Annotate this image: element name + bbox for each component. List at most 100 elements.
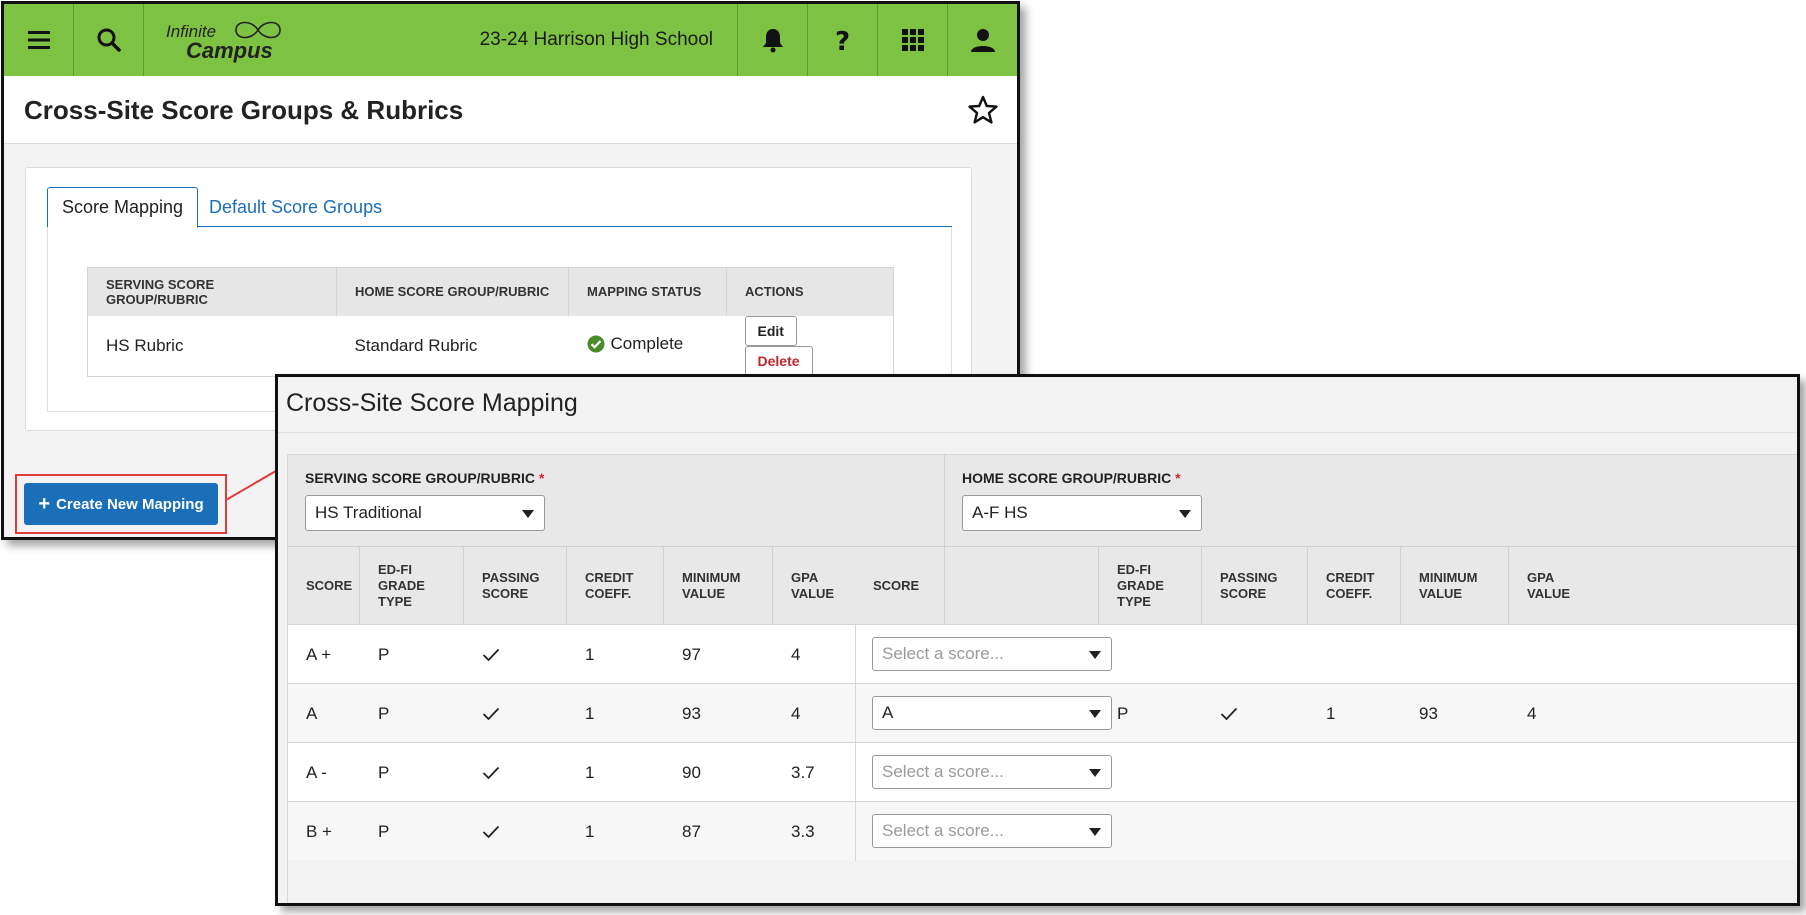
check-circle-icon	[587, 335, 604, 352]
serving-score-cell: A -	[306, 762, 327, 782]
column-header-text: SCORE	[873, 578, 919, 594]
column-header-text: CREDIT COEFF.	[585, 570, 633, 602]
serving-credit-cell: 1	[585, 703, 595, 723]
check-icon	[482, 648, 500, 661]
apps-button[interactable]	[877, 4, 947, 76]
infinite-campus-logo[interactable]: Infinite Campus	[144, 4, 294, 76]
column-header: SERVING SCORE GROUP/RUBRIC	[87, 267, 337, 316]
column-header-line: GPA	[791, 570, 819, 585]
home-score-value: A	[882, 703, 894, 722]
star-icon[interactable]	[967, 94, 999, 126]
home-passing-check-icon	[1202, 684, 1238, 743]
column-header: ED-FI GRADE TYPE	[1099, 547, 1202, 625]
serving-min-cell: 90	[682, 762, 701, 782]
tab-default-score-groups[interactable]: Default Score Groups	[195, 187, 396, 228]
serving-type-cell: P	[378, 762, 390, 782]
page-header: Cross-Site Score Groups & Rubrics	[4, 76, 1017, 144]
column-header: CREDIT COEFF.	[567, 547, 664, 625]
column-header: MAPPING STATUS	[568, 267, 727, 316]
section-divider	[855, 802, 856, 861]
serving-score-cell: A +	[306, 644, 332, 664]
column-header-line: PASSING	[482, 570, 540, 585]
home-credit-cell	[1308, 743, 1326, 802]
column-header-text: GPA VALUE	[791, 570, 834, 602]
table-row: A P 1 93 4 A P 1 93 4	[288, 683, 1797, 743]
serving-credit-cell: 1	[585, 762, 595, 782]
serving-type-cell: P	[378, 821, 390, 841]
bell-icon	[762, 29, 783, 53]
section-divider	[855, 684, 856, 743]
menu-button[interactable]	[4, 4, 74, 76]
column-header: SCORE	[855, 547, 1099, 625]
help-icon: ?	[835, 27, 850, 54]
column-header-line: COEFF.	[1326, 586, 1373, 601]
edit-button[interactable]: Edit	[744, 315, 797, 346]
divider	[278, 432, 1797, 433]
column-header-text: PASSING SCORE	[1220, 570, 1278, 602]
create-new-mapping-button[interactable]: + Create New Mapping	[24, 483, 218, 525]
table-row[interactable]: HS Rubric Standard Rubric Complete EditD…	[88, 315, 894, 377]
home-group-select[interactable]: A-F HS	[962, 495, 1202, 531]
table-row: A - P 1 90 3.7 Select a score...	[288, 742, 1797, 802]
column-header-text: GPA VALUE	[1527, 570, 1570, 602]
serving-type-cell: P	[378, 644, 390, 664]
apps-grid-icon	[901, 29, 924, 51]
column-header-text: ED-FI GRADE TYPE	[378, 562, 425, 610]
home-score-select[interactable]: Select a score...	[872, 755, 1112, 789]
column-header-line: CREDIT	[1326, 570, 1375, 585]
serving-type-cell: P	[378, 703, 390, 723]
column-header: CREDIT COEFF.	[1308, 547, 1401, 625]
table-header-row: SERVING SCORE GROUP/RUBRIC HOME SCORE GR…	[87, 267, 894, 316]
dropdown-caret-icon	[1179, 510, 1191, 518]
mapping-table: SERVING SCORE GROUP/RUBRIC HOME SCORE GR…	[87, 267, 894, 377]
home-passing-check-icon	[1202, 625, 1220, 684]
help-button[interactable]: ?	[807, 4, 877, 76]
column-header-line: SCORE	[1220, 586, 1267, 601]
serving-group-label-text: SERVING SCORE GROUP/RUBRIC	[305, 470, 535, 486]
user-account-button[interactable]	[947, 4, 1017, 76]
home-score-select[interactable]: A	[872, 696, 1112, 730]
column-header-line: MINIMUM	[682, 570, 741, 585]
home-passing-check-icon	[1202, 743, 1220, 802]
serving-min-cell: 93	[682, 703, 701, 723]
home-score-select[interactable]: Select a score...	[872, 637, 1112, 671]
table-row: A + P 1 97 4 Select a score...	[288, 624, 1797, 684]
home-group-value: A-F HS	[972, 503, 1028, 522]
column-header-row: SCORE ED-FI GRADE TYPE PASSING SCORE CREDIT COE…	[288, 546, 1797, 625]
actions-cell: EditDelete	[727, 315, 894, 377]
search-icon	[97, 28, 121, 52]
delete-button[interactable]: Delete	[744, 345, 813, 376]
home-rubric-cell: Standard Rubric	[354, 335, 478, 355]
column-header-line: SCORE	[873, 578, 920, 593]
passing-check-icon	[464, 684, 500, 743]
school-name[interactable]: 23-24 Harrison High School	[480, 4, 713, 76]
status-badge: Complete	[587, 334, 683, 354]
home-passing-check-icon	[1202, 802, 1220, 861]
notifications-button[interactable]	[737, 4, 807, 76]
search-button[interactable]	[74, 4, 144, 76]
serving-group-label: SERVING SCORE GROUP/RUBRIC *	[305, 470, 544, 486]
home-score-value: Select a score...	[882, 821, 1004, 840]
check-icon	[482, 766, 500, 779]
column-header-line: VALUE	[791, 586, 835, 601]
column-header: GPA VALUE	[1509, 547, 1797, 625]
serving-gpa-cell: 3.7	[791, 762, 815, 782]
score-mapping-grid: SERVING SCORE GROUP/RUBRIC * HS Traditio…	[287, 454, 1797, 903]
home-type-cell	[1099, 802, 1117, 861]
home-score-select[interactable]: Select a score...	[872, 814, 1112, 848]
tab-score-mapping[interactable]: Score Mapping	[47, 187, 199, 228]
passing-check-icon	[464, 743, 500, 802]
column-header: SCORE	[288, 547, 360, 625]
serving-group-select[interactable]: HS Traditional	[305, 495, 545, 531]
required-marker: *	[538, 470, 545, 486]
svg-text:?: ?	[835, 27, 850, 54]
column-header: MINIMUM VALUE	[1401, 547, 1509, 625]
column-header-text: ED-FI GRADE TYPE	[1117, 562, 1164, 610]
column-header: ED-FI GRADE TYPE	[360, 547, 464, 625]
column-header-text: SCORE	[306, 578, 352, 594]
home-gpa-cell: 4	[1527, 703, 1537, 723]
section-divider	[855, 625, 856, 684]
column-header-line: TYPE	[378, 594, 412, 609]
cross-site-score-mapping-window: Cross-Site Score Mapping SERVING SCORE G…	[275, 374, 1800, 906]
table-row: B + P 1 87 3.3 Select a score...	[288, 801, 1797, 861]
